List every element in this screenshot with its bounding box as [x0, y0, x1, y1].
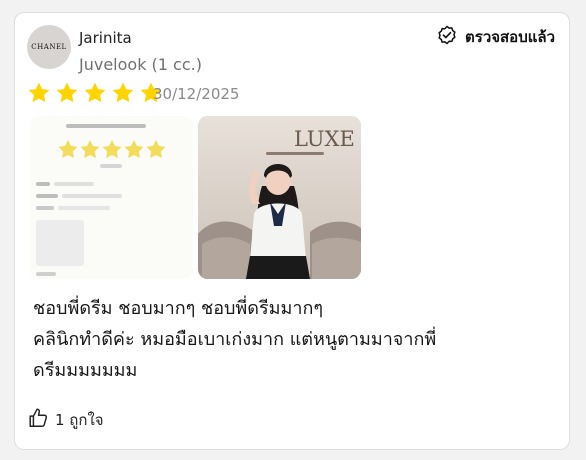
review-text-line: ชอบพี่ดรีม ชอบมากๆ ชอบพี่ดรีมมากๆ — [33, 298, 324, 319]
review-date: 30/12/2025 — [153, 85, 240, 103]
verified-label: ตรวจสอบแล้ว — [465, 28, 555, 46]
helpful-count: 1 ถูกใจ — [55, 411, 104, 429]
clinic-sign-text: LUXE — [294, 127, 355, 151]
star-icon — [111, 81, 135, 105]
reviewer-name: Jarinita — [79, 29, 132, 47]
thumbs-up-icon — [27, 407, 49, 433]
star-icon — [27, 81, 51, 105]
review-text-line: ดรีมมมมมมม — [33, 360, 138, 381]
avatar: CHANEL — [27, 25, 71, 69]
verified-badge: ตรวจสอบแล้ว — [437, 25, 555, 49]
star-rating — [27, 81, 163, 105]
star-icon — [83, 81, 107, 105]
review-photo-1[interactable] — [30, 116, 193, 279]
avatar-logo-text: CHANEL — [31, 43, 67, 51]
review-card: CHANEL Jarinita Juvelook (1 cc.) ตรวจสอบ… — [14, 12, 570, 450]
verified-badge-icon — [437, 25, 457, 49]
product-name: Juvelook (1 cc.) — [79, 55, 202, 74]
review-text-line: คลินิกทำดีค่ะ หมอมือเบาเก่งมาก แต่หนูตาม… — [33, 329, 437, 350]
helpful-button[interactable]: 1 ถูกใจ — [27, 407, 104, 433]
review-text: ชอบพี่ดรีม ชอบมากๆ ชอบพี่ดรีมมากๆ คลินิก… — [33, 293, 553, 386]
star-icon — [55, 81, 79, 105]
review-photo-2[interactable]: LUXE — [198, 116, 361, 279]
